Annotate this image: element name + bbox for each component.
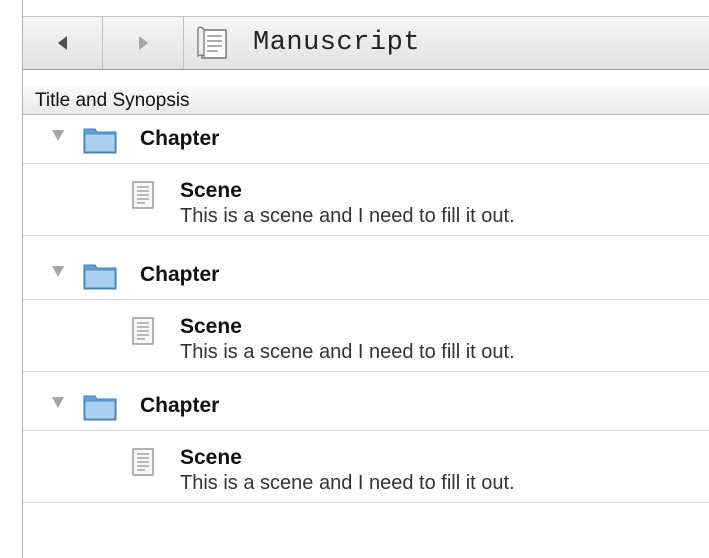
folder-icon <box>83 264 117 290</box>
chapter-label: Chapter <box>140 263 220 286</box>
scrivener-window: Manuscript Title and Synopsis Chapter Sc… <box>0 0 709 558</box>
outline-row-chapter[interactable]: Chapter <box>23 251 709 300</box>
outline-row-scene[interactable]: Scene This is a scene and I need to fill… <box>23 431 709 503</box>
scene-synopsis: This is a scene and I need to fill it ou… <box>180 472 515 494</box>
outline-row-chapter[interactable]: Chapter <box>23 382 709 431</box>
scene-synopsis: This is a scene and I need to fill it ou… <box>180 205 515 227</box>
back-arrow-icon <box>58 36 67 50</box>
text-document-icon <box>132 181 154 209</box>
chapter-label: Chapter <box>140 127 220 150</box>
chapter-label: Chapter <box>140 394 220 417</box>
outline-row-scene[interactable]: Scene This is a scene and I need to fill… <box>23 300 709 372</box>
column-header-title-synopsis[interactable]: Title and Synopsis <box>23 87 709 115</box>
scene-title: Scene <box>180 446 242 469</box>
folder-icon <box>83 128 117 154</box>
manuscript-document-icon[interactable] <box>196 26 230 60</box>
text-document-icon <box>132 317 154 345</box>
outline-row-scene[interactable]: Scene This is a scene and I need to fill… <box>23 164 709 236</box>
left-margin <box>0 0 22 558</box>
document-title[interactable]: Manuscript <box>253 17 420 69</box>
scene-title: Scene <box>180 179 242 202</box>
scene-synopsis: This is a scene and I need to fill it ou… <box>180 341 515 363</box>
text-document-icon <box>132 448 154 476</box>
outline-pane: Manuscript Title and Synopsis Chapter Sc… <box>22 0 709 558</box>
editor-header-bar: Manuscript <box>23 16 709 70</box>
disclosure-triangle-icon[interactable] <box>52 266 64 277</box>
folder-icon <box>83 395 117 421</box>
disclosure-triangle-icon[interactable] <box>52 397 64 408</box>
forward-button[interactable] <box>103 17 184 69</box>
disclosure-triangle-icon[interactable] <box>52 130 64 141</box>
scene-title: Scene <box>180 315 242 338</box>
back-button[interactable] <box>23 17 103 69</box>
outline-row-chapter[interactable]: Chapter <box>23 115 709 164</box>
forward-arrow-icon <box>138 36 148 50</box>
